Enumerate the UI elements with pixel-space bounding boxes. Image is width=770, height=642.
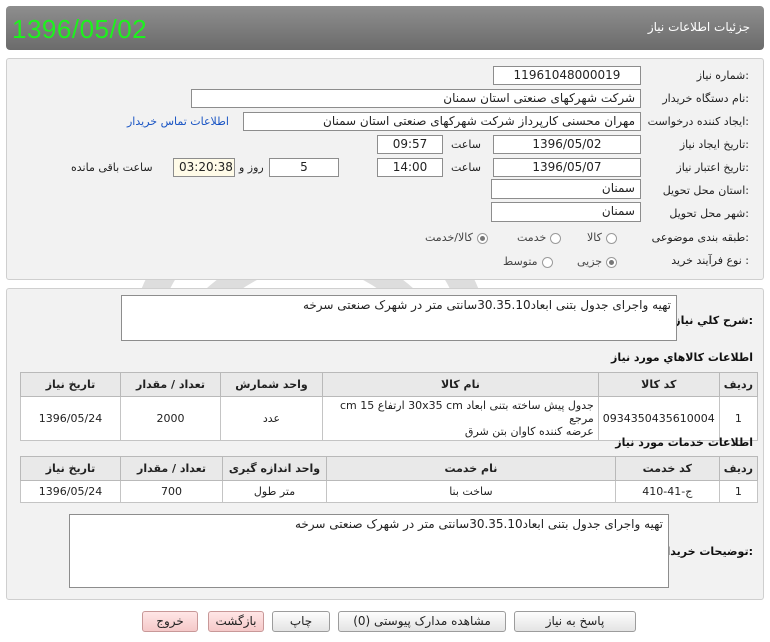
goods-qty-cell: 2000 [120, 396, 221, 441]
category-label: طبقه بندی موضوعی: [651, 231, 749, 244]
created-date-label: تاریخ ایجاد نیاز: [679, 138, 749, 151]
process-option-minor[interactable]: جزیی [577, 255, 618, 268]
services-col-code: كد خدمت [614, 456, 720, 481]
services-qty-cell: 700 [120, 480, 223, 503]
category-option-service[interactable]: خدمت [517, 231, 562, 244]
process-label: نوع فرآیند خرید : [671, 254, 749, 267]
requester-label: ایجاد کننده درخواست: [647, 115, 749, 128]
services-col-row: رديف [718, 456, 759, 481]
goods-date-cell: 1396/05/24 [20, 396, 121, 441]
need-number-label: شماره نیاز: [696, 69, 749, 82]
exit-button[interactable]: خروج [142, 611, 198, 632]
goods-section-title: اطلاعات كالاهاي مورد نياز [611, 351, 753, 364]
province-field: سمنان [491, 179, 641, 199]
back-button[interactable]: بازگشت [208, 611, 264, 632]
buyer-name-field: شرکت شهرکهای صنعتی استان سمنان [191, 89, 641, 108]
category-service-label: خدمت [517, 231, 547, 244]
goods-table: تاريخ نياز تعداد / مقدار واحد شمارش نام … [20, 372, 759, 441]
services-section-title: اطلاعات خدمات مورد نياز [615, 436, 753, 449]
goods-unit-cell: عدد [220, 396, 323, 441]
services-table: تاريخ نياز تعداد / مقدار واحد اندازه گير… [20, 456, 759, 503]
buyer-notes-label: توضيحات خريدار: [660, 545, 753, 558]
province-label: استان محل تحویل: [662, 184, 749, 197]
buyer-notes-field: تهیه واجرای جدول بتنی ابعاد30.35.10سانتی… [69, 514, 669, 588]
process-medium-label: متوسط [503, 255, 538, 268]
goods-col-name: نام كالا [322, 372, 599, 397]
created-time-label: ساعت [451, 138, 481, 151]
validity-time-label: ساعت [451, 161, 481, 174]
category-option-both[interactable]: کالا/خدمت [425, 231, 488, 244]
remaining-label: ساعت باقی مانده [71, 161, 153, 174]
description-field: تهیه واجرای جدول بتنی ابعاد30.35.10سانتی… [121, 295, 677, 341]
validity-time-field: 14:00 [377, 158, 443, 177]
need-number-field: 11961048000019 [493, 66, 641, 85]
category-both-label: کالا/خدمت [425, 231, 473, 244]
services-col-name: نام خدمت [326, 456, 616, 481]
goods-col-row: رديف [718, 372, 759, 397]
category-goods-radio[interactable] [605, 232, 617, 244]
goods-col-code: كد كالا [597, 372, 720, 397]
goods-name-line1: جدول پیش ساخته بتنی ابعاد 30x35 cm ارتفا… [339, 399, 594, 425]
process-minor-radio[interactable] [606, 256, 618, 268]
process-option-medium[interactable]: متوسط [503, 255, 553, 268]
process-medium-radio[interactable] [541, 256, 553, 268]
reply-button[interactable]: پاسخ به نياز [514, 611, 636, 632]
remaining-time-field: 03:20:38 [173, 158, 235, 177]
goods-header-row: تاريخ نياز تعداد / مقدار واحد شمارش نام … [20, 372, 759, 397]
services-row-number: 1 [718, 480, 759, 503]
buyer-contact-link[interactable]: اطلاعات تماس خریدار [127, 115, 229, 128]
days-and-label: روز و [239, 161, 264, 174]
services-unit-cell: متر طول [222, 480, 327, 503]
services-name-cell: ساخت بنا [326, 480, 616, 503]
validity-date-field: 1396/05/07 [493, 158, 641, 177]
attachments-button[interactable]: مشاهده مدارک پيوستی (0) [338, 611, 506, 632]
created-date-field: 1396/05/02 [493, 135, 641, 154]
category-option-goods[interactable]: کالا [587, 231, 617, 244]
details-panel: شرح کلي نياز: تهیه واجرای جدول بتنی ابعا… [6, 288, 764, 600]
goods-name-line2: عرضه کننده کاوان بتن شرق [464, 425, 594, 438]
buyer-name-label: نام دستگاه خریدار: [662, 92, 749, 105]
services-col-date: تاريخ نياز [20, 456, 121, 481]
services-code-cell: ج-41-410 [614, 480, 720, 503]
info-panel: شماره نیاز: 11961048000019 نام دستگاه خر… [6, 58, 764, 280]
services-col-qty: تعداد / مقدار [120, 456, 223, 481]
goods-col-date: تاريخ نياز [20, 372, 121, 397]
page-title: جزئیات اطلاعات نیاز [647, 20, 750, 34]
category-both-radio[interactable] [476, 232, 488, 244]
header-date: 1396/05/02 [12, 14, 148, 44]
category-service-radio[interactable] [550, 232, 562, 244]
table-row: 1396/05/24 700 متر طول ساخت بنا ج-41-410… [20, 480, 759, 503]
goods-code-cell: 0934350435610004 [597, 396, 720, 441]
goods-col-qty: تعداد / مقدار [120, 372, 221, 397]
goods-row-number: 1 [718, 396, 759, 441]
services-date-cell: 1396/05/24 [20, 480, 121, 503]
city-label: شهر محل تحویل: [669, 207, 749, 220]
process-minor-label: جزیی [577, 255, 603, 268]
days-count-field: 5 [269, 158, 339, 177]
services-header-row: تاريخ نياز تعداد / مقدار واحد اندازه گير… [20, 456, 759, 481]
description-label: شرح کلي نياز: [674, 314, 753, 327]
validity-date-label: تاریخ اعتبار نیاز: [676, 161, 749, 174]
requester-field: مهران محسنی کارپرداز شرکت شهرکهای صنعتی … [243, 112, 641, 131]
print-button[interactable]: چاپ [272, 611, 330, 632]
category-goods-label: کالا [587, 231, 602, 244]
page-header: 1396/05/02 جزئیات اطلاعات نیاز [6, 6, 764, 50]
services-col-unit: واحد اندازه گيری [222, 456, 327, 481]
goods-col-unit: واحد شمارش [220, 372, 323, 397]
city-field: سمنان [491, 202, 641, 222]
table-row: 1396/05/24 2000 عدد جدول پیش ساخته بتنی … [20, 396, 759, 441]
created-time-field: 09:57 [377, 135, 443, 154]
goods-name-cell: جدول پیش ساخته بتنی ابعاد 30x35 cm ارتفا… [322, 396, 599, 441]
